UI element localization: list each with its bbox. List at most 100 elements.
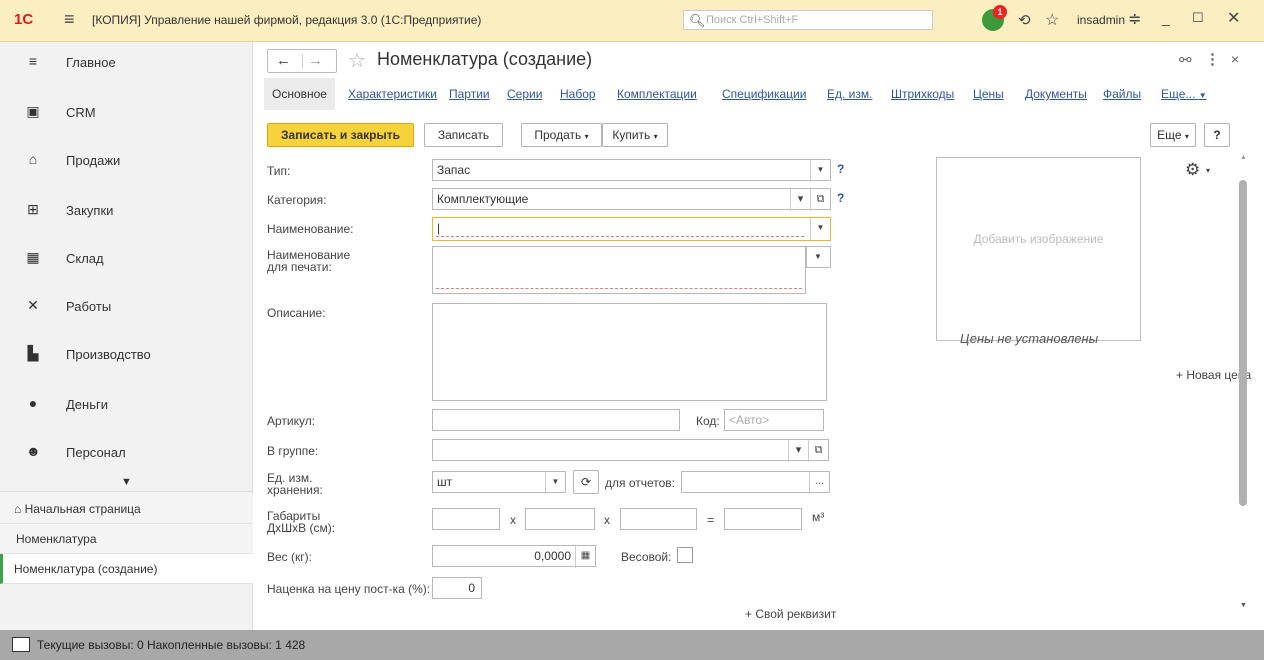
width-input[interactable] [525,508,595,530]
scroll-thumb[interactable] [1239,180,1247,506]
print-name-input[interactable] [432,246,806,294]
tab-documents[interactable]: Документы [1025,78,1087,110]
sell-button[interactable]: Продать ▾ [521,123,602,147]
main-menu-icon[interactable]: ≡ [64,9,75,30]
type-select[interactable]: Запас ▼ [432,159,831,182]
tab-batches[interactable]: Партии [449,78,490,110]
user-name[interactable]: insadmin [1077,13,1125,27]
length-input[interactable] [432,508,500,530]
category-label: Категория: [267,193,327,207]
sidebar-item-label: Деньги [66,397,108,412]
markup-input[interactable]: 0 [432,577,482,599]
sidebar-item-label: Продажи [66,153,121,168]
description-textarea[interactable] [432,303,827,401]
notifications-icon[interactable]: 1 [982,5,1007,31]
open-window-home[interactable]: ⌂ Начальная страница [0,494,253,524]
help-button[interactable]: ? [1204,123,1230,147]
more-button[interactable]: Еще ▾ [1150,123,1196,147]
sidebar-item-purchases[interactable]: ⊞ Закупки [0,190,253,230]
chevron-down-icon[interactable]: ▾ [788,440,808,462]
weighted-checkbox[interactable] [677,547,693,563]
open-icon[interactable]: ⧉ [810,189,830,211]
save-and-close-button[interactable]: Записать и закрыть [267,123,414,147]
sidebar-item-main[interactable]: ≡ Главное [0,42,253,82]
weight-label: Вес (кг): [267,550,312,564]
tab-main[interactable]: Основное [264,78,335,110]
close-form-icon[interactable]: × [1231,51,1239,67]
scroll-up-icon[interactable]: ▲ [1240,154,1247,161]
tab-units[interactable]: Ед. изм. [827,78,872,110]
tab-more[interactable]: Еще... ▼ [1161,78,1207,110]
sidebar-item-crm[interactable]: ▣ CRM [0,92,253,132]
weight-input[interactable]: 0,0000 ▦ [432,545,596,568]
close-window-icon[interactable]: ✕ [1227,8,1240,28]
history-icon[interactable]: ⟲ [1018,11,1031,29]
chevron-down-icon[interactable]: ▼ [545,472,565,494]
notification-count: 1 [993,5,1007,19]
more-actions-icon[interactable]: ⋮ [1205,50,1220,68]
search-input[interactable]: 🔍︎ Поиск Ctrl+Shift+F [683,10,933,30]
search-icon: 🔍︎ [689,13,706,28]
history-icon[interactable]: ⟳ [573,470,599,494]
favorite-star-icon[interactable]: ☆ [348,48,366,73]
chevron-down-icon[interactable]: ▾ [1206,166,1210,175]
more-label: Еще [1157,128,1182,142]
add-custom-attribute-link[interactable]: + Свой реквизит [745,607,836,621]
print-name-dropdown[interactable]: ▼ [806,246,831,268]
category-select[interactable]: Комплектующие ▾ ⧉ [432,188,831,211]
type-help-icon[interactable]: ? [837,162,844,176]
title-bar: 1С ≡ [КОПИЯ] Управление нашей фирмой, ре… [0,0,1264,42]
tab-specifications[interactable]: Спецификации [722,78,806,110]
sidebar-item-staff[interactable]: ☻ Персонал [0,432,253,472]
tab-barcodes[interactable]: Штрихкоды [891,78,954,110]
link-icon[interactable]: ⚯ [1179,51,1192,69]
sidebar-expand-icon[interactable]: ▼ [0,472,253,492]
tab-characteristics[interactable]: Характеристики [348,78,437,110]
height-input[interactable] [620,508,697,530]
calculator-icon[interactable]: ▦ [575,546,595,568]
tab-files[interactable]: Файлы [1103,78,1141,110]
sidebar-item-sales[interactable]: ⌂ Продажи [0,140,253,180]
maximize-icon[interactable]: ☐ [1192,10,1204,26]
report-unit-select[interactable]: … [681,471,830,494]
unit-select[interactable]: шт ▼ [432,471,566,494]
tab-prices[interactable]: Цены [973,78,1004,110]
open-window-nomenclature[interactable]: Номенклатура [0,524,253,554]
tab-series[interactable]: Серии [507,78,542,110]
sidebar-item-production[interactable]: ▙ Производство [0,334,253,374]
open-window-nomenclature-create[interactable]: Номенклатура (создание) [0,554,253,584]
sidebar-item-warehouse[interactable]: ▦ Склад [0,238,253,278]
chevron-down-icon[interactable]: ▼ [810,160,830,182]
forward-arrow-icon[interactable]: → [308,52,323,69]
tab-set[interactable]: Набор [560,78,596,110]
tab-kits[interactable]: Комплектации [617,78,697,110]
name-input[interactable]: | ▼ [432,217,831,241]
sidebar: ≡ Главное ▣ CRM ⌂ Продажи ⊞ Закупки ▦ Ск… [0,42,253,630]
image-box[interactable]: Добавить изображение [936,157,1141,341]
minimize-icon[interactable]: _ [1162,10,1170,26]
sidebar-item-money[interactable]: ● Деньги [0,384,253,424]
volume-input[interactable] [724,508,802,530]
ellipsis-icon[interactable]: … [809,472,829,494]
sku-input[interactable] [432,409,680,431]
sidebar-item-label: CRM [66,105,96,120]
chevron-down-icon[interactable]: ▾ [790,189,810,211]
code-input[interactable]: <Авто> [724,409,824,431]
scroll-down-icon[interactable]: ▼ [1240,602,1247,609]
back-arrow-icon[interactable]: ← [276,52,291,69]
name-label: Наименование: [267,222,354,236]
chevron-down-icon[interactable]: ▼ [810,218,830,240]
chevron-down-icon: ▼ [1198,91,1207,100]
user-menu-icon[interactable]: ≑ [1128,9,1141,29]
gear-icon[interactable]: ⚙ [1185,160,1200,180]
save-button[interactable]: Записать [424,123,503,147]
dimensions-label: Габариты ДхШхВ (см): [267,510,335,534]
category-help-icon[interactable]: ? [837,191,844,205]
buy-button[interactable]: Купить ▾ [602,123,668,147]
sidebar-item-works[interactable]: ✕ Работы [0,286,253,326]
form-scrollbar[interactable]: ▲ ▼ [1238,154,1248,616]
open-icon[interactable]: ⧉ [808,440,828,462]
history-nav: ← → [267,49,337,73]
group-select[interactable]: ▾ ⧉ [432,439,829,462]
favorites-icon[interactable]: ☆ [1045,10,1059,30]
